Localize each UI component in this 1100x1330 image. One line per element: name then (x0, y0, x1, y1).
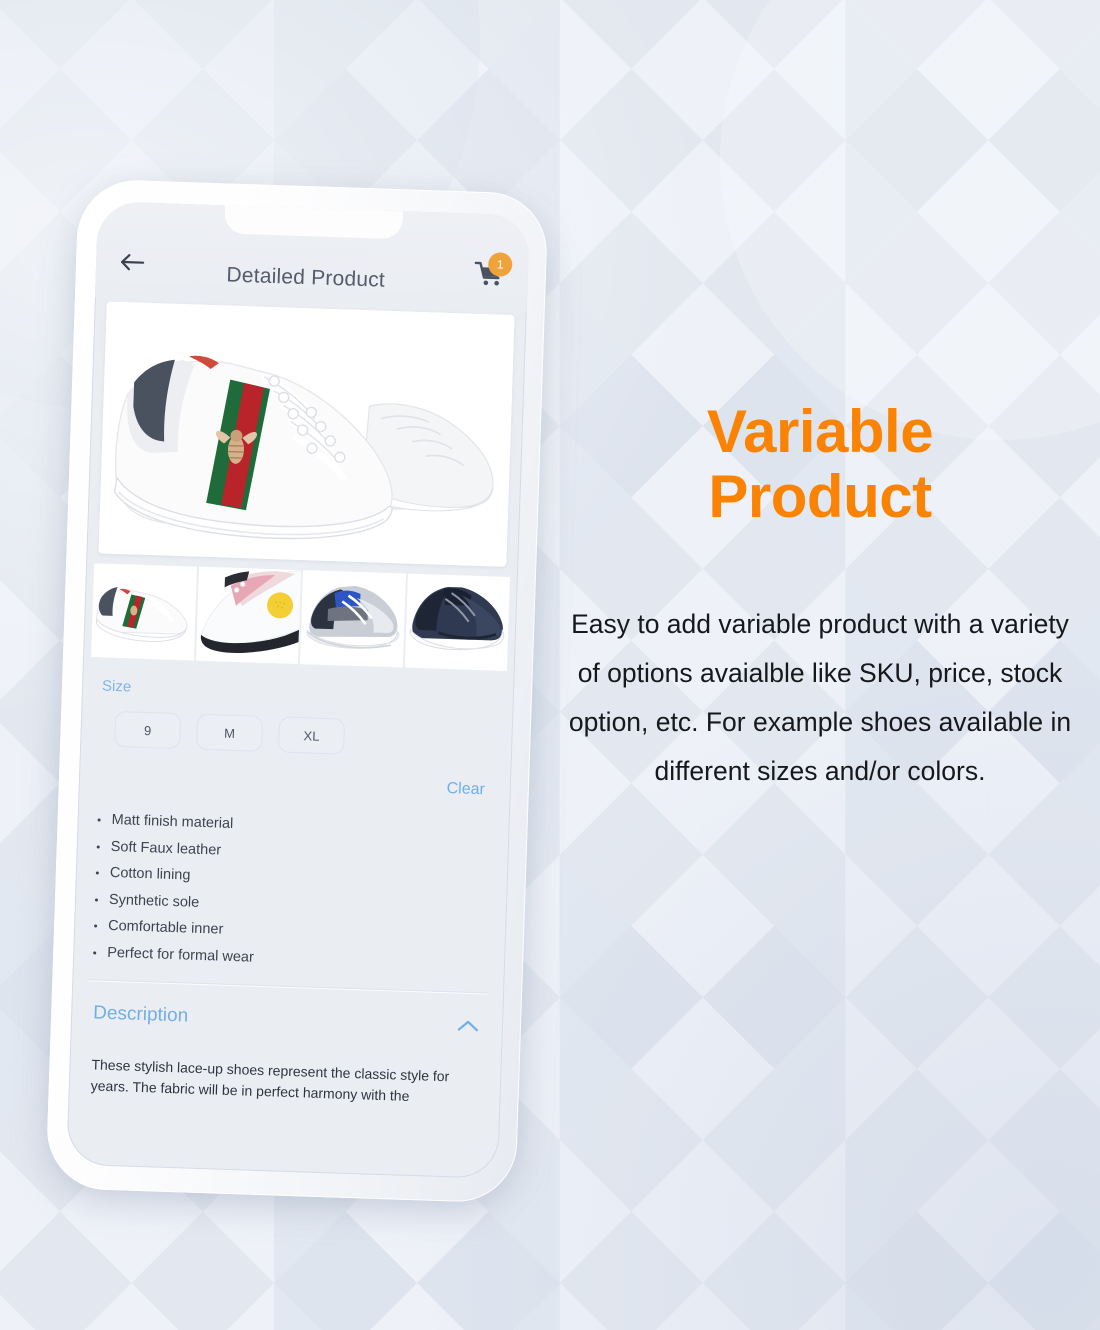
phone-notch (224, 203, 404, 240)
cart-badge: 1 (487, 252, 513, 277)
promo-copy: Variable Product Easy to add variable pr… (560, 398, 1080, 796)
variation-label: Size (101, 677, 132, 696)
variation-section: Size 9 M XL Clear (79, 677, 514, 800)
size-option-m[interactable]: M (195, 713, 264, 752)
thumbnail-4[interactable] (404, 573, 510, 671)
phone-body: Detailed Product 1 Size 9 M XL Clear Mat… (45, 178, 549, 1204)
app-screen: Detailed Product 1 Size 9 M XL Clear Mat… (66, 201, 530, 1179)
product-main-image[interactable] (98, 301, 515, 567)
promo-heading-line2: Product (708, 462, 932, 530)
cart-button[interactable]: 1 (467, 252, 513, 296)
thumb-white-sneaker-icon (91, 563, 197, 661)
thumbnail-3[interactable] (299, 570, 406, 668)
clear-row: Clear (99, 768, 491, 799)
promo-heading: Variable Product (560, 398, 1080, 530)
thumbnail-2[interactable] (195, 566, 302, 665)
thumbnail-strip[interactable] (91, 563, 510, 671)
thumb-running-shoe-icon (195, 566, 302, 665)
chevron-up-icon[interactable] (455, 1015, 482, 1036)
clear-selection-link[interactable]: Clear (446, 780, 485, 799)
page-title: Detailed Product (226, 263, 386, 292)
arrow-left-icon (119, 250, 146, 278)
size-option-xl[interactable]: XL (277, 716, 346, 755)
size-options: 9 M XL (100, 710, 493, 760)
promo-body: Easy to add variable product with a vari… (568, 608, 1072, 786)
phone-mockup: Detailed Product 1 Size 9 M XL Clear Mat… (45, 178, 549, 1204)
thumb-grey-trainer-icon (299, 570, 406, 668)
promo-heading-line1: Variable (706, 398, 934, 465)
size-option-9[interactable]: 9 (114, 710, 182, 750)
thumbnail-1[interactable] (91, 563, 197, 661)
back-button[interactable] (111, 244, 152, 285)
feature-list: Matt finish material Soft Faux leather C… (73, 812, 510, 985)
white-sneaker-green-red-stripe-bee-illustration (98, 301, 515, 567)
thumb-navy-trainer-icon (404, 573, 510, 671)
promo-screenshot: Detailed Product 1 Size 9 M XL Clear Mat… (0, 0, 1100, 1330)
description-title: Description (92, 1002, 189, 1027)
description-text: These stylish lace-up shoes represent th… (90, 1056, 450, 1104)
